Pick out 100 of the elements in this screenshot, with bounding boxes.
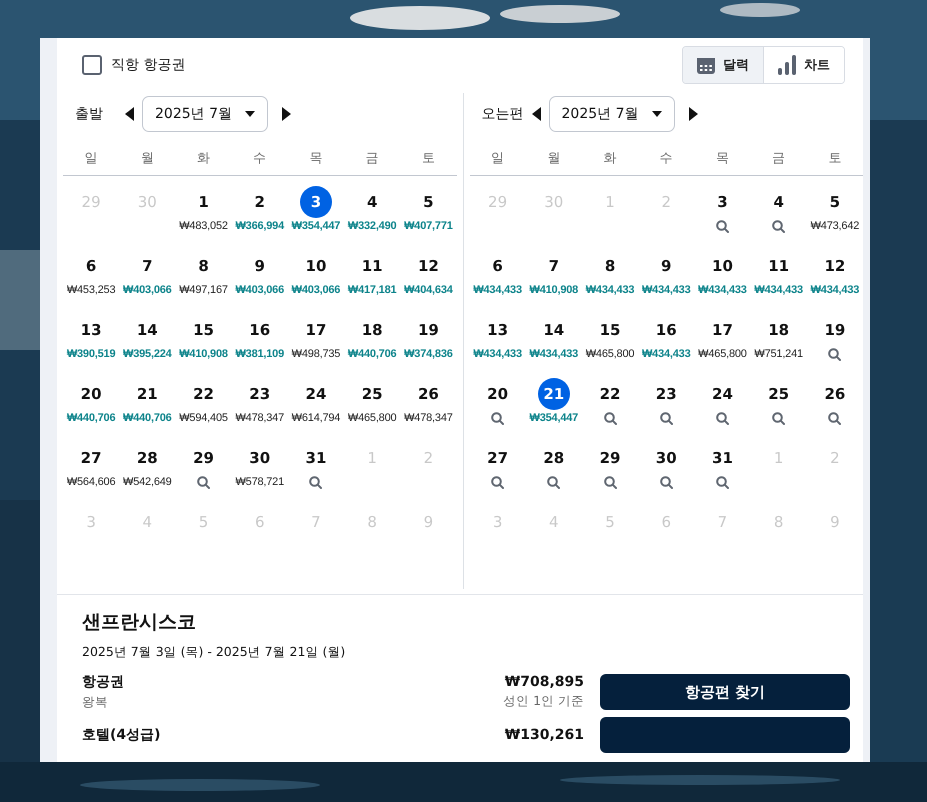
previous-month-icon[interactable] <box>532 107 540 121</box>
search-icon[interactable] <box>197 476 210 489</box>
day-number[interactable]: 15 <box>188 314 220 346</box>
day-number[interactable]: 27 <box>75 442 108 474</box>
next-month-icon[interactable] <box>282 107 291 121</box>
day-number[interactable]: 10 <box>706 250 738 282</box>
day-number[interactable]: 16 <box>244 314 276 346</box>
search-icon[interactable] <box>716 220 729 233</box>
search-icon[interactable] <box>491 476 504 489</box>
day-number[interactable]: 22 <box>594 378 626 410</box>
price-label: ₩403,066 <box>235 284 284 296</box>
day-number[interactable]: 14 <box>131 314 164 346</box>
day-number[interactable]: 21 <box>538 378 570 410</box>
day-number[interactable]: 11 <box>356 250 388 282</box>
day-number[interactable]: 20 <box>482 378 514 410</box>
previous-month-icon[interactable] <box>125 107 134 121</box>
calendar-label: 오는편 <box>482 105 524 123</box>
day-number[interactable]: 27 <box>482 442 514 474</box>
search-icon[interactable] <box>660 412 673 425</box>
day-number[interactable]: 12 <box>818 250 851 282</box>
direct-flight-checkbox[interactable]: 직항 항공권 <box>82 55 186 75</box>
search-icon[interactable] <box>604 412 617 425</box>
day-number[interactable]: 5 <box>412 186 444 218</box>
day-number[interactable]: 18 <box>356 314 388 346</box>
search-icon[interactable] <box>660 476 673 489</box>
search-icon[interactable] <box>772 220 786 233</box>
day-number[interactable]: 10 <box>300 250 332 282</box>
price-label: ₩465,800 <box>586 348 634 360</box>
search-icon[interactable] <box>716 412 729 425</box>
day-number[interactable]: 6 <box>75 250 108 282</box>
day-number[interactable]: 16 <box>650 314 682 346</box>
day-number[interactable]: 17 <box>300 314 332 346</box>
day-number[interactable]: 19 <box>412 314 444 346</box>
day-number[interactable]: 2 <box>244 186 276 218</box>
day-number[interactable]: 29 <box>188 442 220 474</box>
day-number[interactable]: 13 <box>75 314 108 346</box>
day-number[interactable]: 7 <box>131 250 164 282</box>
search-icon[interactable] <box>547 476 560 489</box>
search-icon[interactable] <box>604 476 617 489</box>
weekday-label: 토 <box>827 150 842 167</box>
day-number[interactable]: 8 <box>188 250 220 282</box>
price-label: ₩440,706 <box>66 412 116 424</box>
day-number[interactable]: 3 <box>300 186 332 218</box>
checkbox[interactable] <box>82 55 102 75</box>
day-number[interactable]: 11 <box>762 250 795 282</box>
search-icon[interactable] <box>716 476 729 489</box>
price-label: ₩366,994 <box>235 220 284 232</box>
search-icon[interactable] <box>772 412 786 425</box>
day-number[interactable]: 25 <box>356 378 388 410</box>
next-month-icon[interactable] <box>688 107 698 121</box>
day-number[interactable]: 14 <box>538 314 570 346</box>
search-icon[interactable] <box>309 476 322 489</box>
weekday-label: 금 <box>771 150 786 167</box>
day-number[interactable]: 23 <box>650 378 682 410</box>
day-number[interactable]: 21 <box>131 378 164 410</box>
day-number[interactable]: 22 <box>188 378 220 410</box>
search-icon[interactable] <box>491 412 504 425</box>
day-number[interactable]: 31 <box>300 442 332 474</box>
day-number[interactable]: 17 <box>706 314 738 346</box>
item-label: 호텔(4성급) <box>82 726 162 744</box>
price-label: ₩473,642 <box>810 220 860 232</box>
price-label: ₩403,066 <box>123 284 172 296</box>
day-number[interactable]: 4 <box>762 186 795 218</box>
day-number[interactable]: 5 <box>818 186 851 218</box>
day-number[interactable]: 20 <box>75 378 108 410</box>
day-number[interactable]: 29 <box>594 442 626 474</box>
month-select[interactable]: 2025년 7월 <box>142 96 268 132</box>
day-number[interactable]: 19 <box>818 314 851 346</box>
view-tab[interactable]: 달력 <box>683 47 763 83</box>
day-number[interactable]: 15 <box>594 314 626 346</box>
day-number[interactable]: 3 <box>706 186 738 218</box>
day-number[interactable]: 8 <box>594 250 626 282</box>
day-number[interactable]: 1 <box>188 186 220 218</box>
day-number[interactable]: 24 <box>706 378 738 410</box>
day-number[interactable]: 28 <box>538 442 570 474</box>
day-number[interactable]: 25 <box>762 378 795 410</box>
day-number[interactable]: 9 <box>650 250 682 282</box>
day-number[interactable]: 7 <box>538 250 570 282</box>
day-number[interactable]: 18 <box>762 314 795 346</box>
search-button[interactable]: 항공편 찾기 <box>600 674 850 710</box>
month-select[interactable]: 2025년 7월 <box>548 96 674 132</box>
day-number[interactable]: 30 <box>650 442 682 474</box>
search-icon[interactable] <box>828 348 842 361</box>
day-number[interactable]: 26 <box>412 378 444 410</box>
day-number[interactable]: 26 <box>818 378 851 410</box>
price-label: ₩410,908 <box>179 348 228 360</box>
day-number[interactable]: 24 <box>300 378 332 410</box>
day-number[interactable]: 23 <box>244 378 276 410</box>
day-number[interactable]: 4 <box>356 186 388 218</box>
day-number[interactable]: 31 <box>706 442 738 474</box>
day-number[interactable]: 6 <box>482 250 514 282</box>
day-number[interactable]: 9 <box>244 250 276 282</box>
day-number[interactable]: 28 <box>131 442 164 474</box>
day-number[interactable]: 12 <box>412 250 444 282</box>
search-icon[interactable] <box>828 412 842 425</box>
day-number[interactable]: 13 <box>482 314 514 346</box>
weekday-label: 금 <box>364 150 380 167</box>
view-tab[interactable]: 차트 <box>763 47 844 83</box>
day-number[interactable]: 30 <box>244 442 276 474</box>
weekday-label: 화 <box>196 150 212 167</box>
